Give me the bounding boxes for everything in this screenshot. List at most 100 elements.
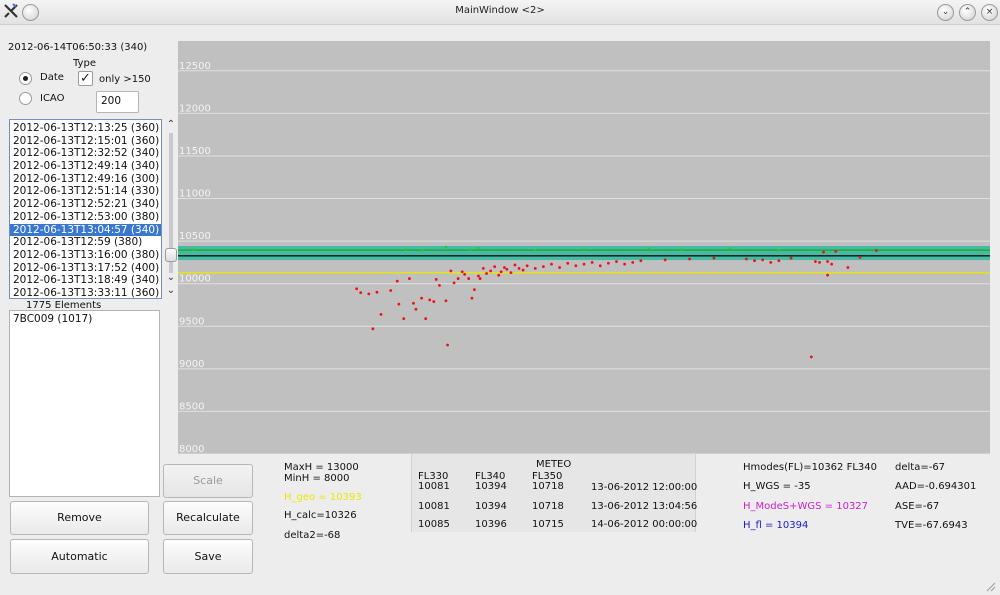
flights-scroll-up[interactable]: ⌃ bbox=[164, 119, 178, 131]
data-point bbox=[521, 268, 525, 272]
data-point bbox=[379, 312, 383, 316]
data-point bbox=[623, 262, 626, 266]
flight-list-item[interactable]: 2012-06-13T12:52:21 (340) bbox=[10, 198, 161, 211]
date-radio[interactable] bbox=[19, 72, 32, 85]
flight-list-item[interactable]: 2012-06-13T12:32:52 (340) bbox=[10, 147, 161, 160]
h-modes-wgs-label: H_ModeS+WGS = 10327 bbox=[743, 501, 869, 512]
h-wgs-label: H_WGS = -35 bbox=[743, 481, 811, 492]
y-tick-label: 9000 bbox=[179, 359, 204, 370]
y-tick-label: 11000 bbox=[179, 189, 211, 200]
y-tick-label: 12000 bbox=[179, 103, 211, 114]
resize-grip-icon[interactable] bbox=[984, 580, 996, 592]
threshold-input[interactable]: 200 bbox=[96, 91, 139, 113]
data-point bbox=[493, 265, 497, 269]
flights-scroll-down[interactable]: ⌄ bbox=[164, 272, 178, 284]
recalculate-button[interactable]: Recalculate bbox=[163, 501, 253, 535]
only-above-checkbox[interactable]: ✓ bbox=[78, 71, 93, 86]
data-point bbox=[542, 265, 545, 269]
meteo-cell: 10396 bbox=[475, 519, 507, 530]
close-button[interactable]: × bbox=[981, 4, 998, 21]
minimize-button[interactable]: ⌄ bbox=[937, 4, 954, 21]
remove-button[interactable]: Remove bbox=[10, 501, 149, 535]
data-point bbox=[598, 264, 602, 268]
maximize-button[interactable]: ⌃ bbox=[959, 4, 976, 21]
data-point bbox=[517, 266, 521, 270]
flight-list-item[interactable]: 2012-06-13T13:33:11 (360) bbox=[10, 287, 161, 298]
flight-list-item[interactable]: 2012-06-13T12:51:14 (330) bbox=[10, 185, 161, 198]
data-point bbox=[438, 283, 441, 287]
data-point bbox=[639, 259, 643, 263]
meteo-cell: 10718 bbox=[532, 481, 564, 492]
data-point bbox=[777, 259, 781, 263]
data-point bbox=[481, 266, 485, 270]
automatic-button[interactable]: Automatic bbox=[10, 539, 149, 574]
data-point bbox=[485, 272, 488, 275]
delta-label: delta=-67 bbox=[895, 462, 946, 473]
save-button[interactable]: Save bbox=[163, 539, 253, 574]
type-group: Type Date ICAO ✓ only >150 200 bbox=[10, 55, 160, 113]
data-point bbox=[412, 301, 415, 305]
data-point bbox=[389, 289, 393, 292]
aircraft-list[interactable]: 7BC009 (1017) bbox=[9, 310, 160, 497]
meteo-panel: METEO FL330 FL340 FL350 10081 10394 1071… bbox=[411, 454, 698, 532]
data-point bbox=[395, 279, 399, 283]
data-point bbox=[745, 257, 748, 261]
data-point bbox=[688, 257, 691, 261]
data-point bbox=[874, 249, 878, 252]
data-point bbox=[503, 266, 506, 269]
flights-scroll-down-2[interactable]: ⌄ bbox=[164, 285, 178, 297]
icao-radio-label: ICAO bbox=[40, 93, 65, 104]
flight-list-item[interactable]: 2012-06-13T12:13:25 (360) bbox=[10, 122, 161, 135]
green-point bbox=[777, 249, 781, 252]
y-tick-label: 8000 bbox=[179, 444, 204, 454]
y-tick-label: 9500 bbox=[179, 316, 204, 327]
green-point bbox=[680, 248, 683, 251]
flight-list-item[interactable]: 2012-06-13T13:17:52 (400) bbox=[10, 262, 161, 275]
flights-scroll-handle[interactable] bbox=[165, 248, 177, 262]
flight-list-item[interactable]: 2012-06-13T12:15:01 (360) bbox=[10, 135, 161, 148]
data-point bbox=[830, 262, 834, 266]
meteo-date: 14-06-2012 00:00:00 bbox=[591, 519, 698, 530]
tve-label: TVE=-67.6943 bbox=[895, 520, 968, 531]
data-point bbox=[420, 296, 423, 300]
date-radio-label: Date bbox=[40, 72, 64, 83]
flight-list-item[interactable]: 2012-06-13T12:59 (380) bbox=[10, 236, 161, 249]
icao-radio[interactable] bbox=[19, 92, 32, 105]
aircraft-list-item[interactable]: 7BC009 (1017) bbox=[10, 313, 159, 326]
flights-list[interactable]: 2012-06-13T12:13:25 (360) 2012-06-13T12:1… bbox=[9, 119, 162, 299]
data-point bbox=[470, 296, 474, 300]
meteo-cell: 10718 bbox=[532, 501, 564, 512]
flight-list-item[interactable]: 2012-06-13T13:04:57 (340) bbox=[10, 223, 161, 237]
data-point bbox=[550, 262, 553, 266]
h-geo-label: H_geo = 10393 bbox=[284, 492, 362, 503]
data-point bbox=[424, 317, 428, 321]
flight-list-item[interactable]: 2012-06-13T13:18:49 (340) bbox=[10, 274, 161, 287]
green-point bbox=[647, 247, 651, 251]
data-point bbox=[452, 281, 456, 285]
y-tick-label: 8500 bbox=[179, 401, 204, 412]
flight-list-item[interactable]: 2012-06-13T12:49:16 (300) bbox=[10, 173, 161, 186]
green-point bbox=[420, 249, 423, 252]
meteo-cell: 10394 bbox=[475, 501, 507, 512]
type-group-label: Type bbox=[73, 58, 96, 69]
data-point bbox=[449, 269, 453, 273]
flight-list-item[interactable]: 2012-06-13T12:49:14 (340) bbox=[10, 160, 161, 173]
flight-list-item[interactable]: 2012-06-13T12:53:00 (380) bbox=[10, 211, 161, 224]
data-point bbox=[769, 261, 773, 264]
data-point bbox=[822, 250, 825, 254]
data-point bbox=[753, 259, 756, 263]
data-point bbox=[615, 260, 618, 263]
flight-list-item[interactable]: 2012-06-13T13:16:00 (380) bbox=[10, 249, 161, 262]
data-point bbox=[472, 288, 476, 292]
altitude-plot[interactable]: 12500 12000 11500 11000 10500 10000 9500 9000 85… bbox=[178, 41, 990, 455]
green-point bbox=[582, 248, 586, 251]
scale-button[interactable]: Scale bbox=[163, 464, 253, 498]
data-point bbox=[414, 307, 418, 311]
data-point bbox=[408, 277, 411, 280]
data-point bbox=[809, 355, 813, 359]
data-point bbox=[371, 327, 375, 331]
data-point bbox=[558, 266, 562, 269]
current-timestamp: 2012-06-14T06:50:33 (340) bbox=[8, 42, 148, 53]
green-point bbox=[469, 248, 472, 251]
data-point bbox=[375, 290, 379, 294]
